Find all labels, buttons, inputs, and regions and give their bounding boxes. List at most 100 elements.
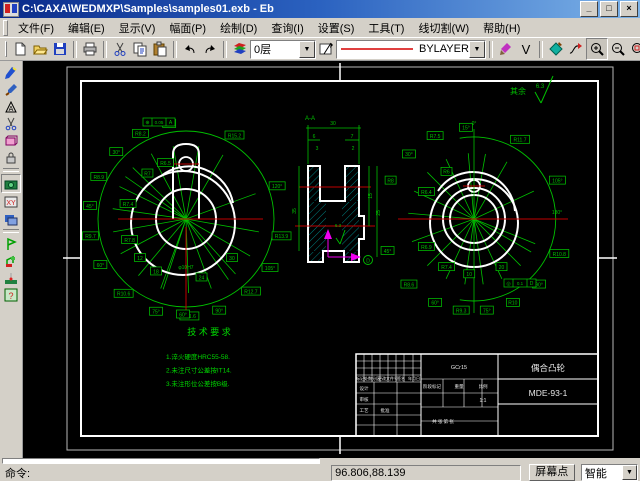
color-combobox[interactable]: BYLAYER ▼: [336, 40, 486, 59]
toolbar-grip[interactable]: [5, 41, 7, 57]
query-help-button[interactable]: ?: [2, 286, 20, 303]
chevron-down-icon[interactable]: ▼: [469, 41, 485, 58]
line-width-button[interactable]: V: [516, 39, 536, 59]
app-icon: [3, 2, 19, 17]
menu-query[interactable]: 查询(I): [264, 18, 310, 38]
svg-text:R8.9: R8.9: [94, 175, 105, 181]
zoom-out-button[interactable]: [608, 39, 628, 59]
dimension-text-button[interactable]: A: [2, 98, 20, 115]
svg-text:60°: 60°: [179, 312, 187, 318]
layer-combobox[interactable]: 0层 ▼: [250, 40, 316, 59]
svg-text:6: 6: [313, 134, 316, 140]
toolbar-separator: [173, 41, 177, 58]
menu-file[interactable]: 文件(F): [11, 18, 61, 38]
toolbar-separator: [223, 41, 227, 58]
svg-text:20: 20: [499, 265, 505, 271]
paste-button[interactable]: [150, 39, 170, 59]
pan-button[interactable]: [546, 39, 566, 59]
draw-curve-button[interactable]: [2, 64, 20, 81]
menu-draw[interactable]: 绘制(D): [213, 18, 264, 38]
svg-text:其余: 其余: [510, 86, 526, 96]
coordinates-button[interactable]: XY: [2, 193, 20, 210]
svg-text:0.1: 0.1: [517, 281, 524, 286]
snap-mode-combobox[interactable]: 智能 ▼: [581, 464, 638, 481]
cut-button[interactable]: [110, 39, 130, 59]
menu-settings[interactable]: 设置(S): [311, 18, 362, 38]
drawing-toolbar: A XY ?: [0, 61, 23, 458]
svg-text:30°: 30°: [405, 152, 413, 158]
menu-tools[interactable]: 工具(T): [361, 18, 411, 38]
save-button[interactable]: [50, 39, 70, 59]
svg-text:105°: 105°: [552, 178, 562, 184]
svg-text:◎: ◎: [506, 281, 511, 287]
svg-text:A: A: [9, 106, 14, 113]
modify-brush-button[interactable]: [2, 81, 20, 98]
menu-view[interactable]: 显示(V): [112, 18, 163, 38]
svg-text:180°: 180°: [552, 210, 562, 216]
layers-button[interactable]: [230, 39, 250, 59]
svg-text:120°: 120°: [272, 184, 282, 190]
restore-button[interactable]: □: [600, 1, 618, 17]
copy-button[interactable]: [130, 39, 150, 59]
chevron-down-icon[interactable]: ▼: [299, 41, 315, 58]
svg-text:6.3: 6.3: [335, 223, 342, 228]
svg-text:GCr15: GCr15: [451, 365, 467, 371]
svg-text:18: 18: [153, 269, 159, 275]
code-output-button[interactable]: [2, 210, 20, 227]
svg-text:60°: 60°: [97, 263, 105, 269]
svg-text:年月日: 年月日: [408, 375, 420, 381]
cut-path-button[interactable]: [2, 252, 20, 269]
toolbar-separator: [73, 41, 77, 58]
print-button[interactable]: [80, 39, 100, 59]
toolbar-separator: [3, 168, 19, 172]
new-document-button[interactable]: [10, 39, 30, 59]
svg-text:设计: 设计: [360, 385, 369, 392]
svg-text:MDE-93-1: MDE-93-1: [529, 388, 568, 398]
menu-edit[interactable]: 编辑(E): [61, 18, 112, 38]
svg-text:60°: 60°: [431, 301, 439, 307]
svg-text:25: 25: [376, 210, 382, 216]
svg-text:R7.5: R7.5: [430, 134, 441, 140]
close-button[interactable]: ×: [620, 1, 638, 17]
style-brush-button[interactable]: [496, 39, 516, 59]
open-file-button[interactable]: [30, 39, 50, 59]
undo-button[interactable]: [180, 39, 200, 59]
svg-text:D: D: [366, 259, 370, 265]
status-bar: 命令: 96.806,88.139 屏幕点 智能 ▼: [0, 458, 640, 481]
svg-text:35: 35: [292, 208, 298, 214]
dynamic-zoom-button[interactable]: [566, 39, 586, 59]
svg-text:90°: 90°: [215, 308, 223, 314]
svg-text:30: 30: [229, 256, 235, 262]
svg-text:R8: R8: [387, 178, 394, 184]
machine-button[interactable]: [2, 269, 20, 286]
svg-text:1:1: 1:1: [480, 398, 487, 404]
svg-text:R7.8: R7.8: [124, 238, 135, 244]
svg-text:R8.2: R8.2: [135, 132, 146, 138]
minimize-button[interactable]: _: [580, 1, 598, 17]
svg-text:标记: 标记: [356, 375, 364, 381]
trajectory-button[interactable]: [1, 174, 21, 193]
screen-point-button[interactable]: 屏幕点: [529, 464, 575, 481]
svg-text:2: 2: [352, 146, 355, 152]
svg-text:75°: 75°: [483, 308, 491, 314]
menu-wirecut[interactable]: 线切割(W): [411, 18, 476, 38]
zoom-window-button[interactable]: [628, 39, 640, 59]
menu-paper[interactable]: 幅面(P): [162, 18, 213, 38]
zoom-in-button[interactable]: [586, 38, 608, 60]
chevron-down-icon[interactable]: ▼: [622, 465, 637, 480]
redo-button[interactable]: [200, 39, 220, 59]
cad-drawing[interactable]: 其余6.315°R8.230°R8.945°R9.760°R10.675°R11…: [23, 61, 640, 458]
drawing-canvas[interactable]: 其余6.315°R8.230°R8.945°R9.760°R10.675°R11…: [23, 61, 640, 458]
trim-button[interactable]: [2, 115, 20, 132]
toolbar-separator: [3, 229, 19, 233]
simulate-button[interactable]: [2, 235, 20, 252]
menu-grip[interactable]: [3, 20, 8, 36]
svg-text:R7.4: R7.4: [123, 202, 134, 208]
lock-constraint-button[interactable]: [2, 149, 20, 166]
line-style-button[interactable]: [316, 39, 336, 59]
block-button[interactable]: [2, 132, 20, 149]
svg-text:⊕: ⊕: [145, 120, 149, 126]
svg-text:R11.7: R11.7: [514, 138, 527, 144]
menu-help[interactable]: 帮助(H): [476, 18, 527, 38]
svg-text:R12.7: R12.7: [244, 289, 258, 295]
